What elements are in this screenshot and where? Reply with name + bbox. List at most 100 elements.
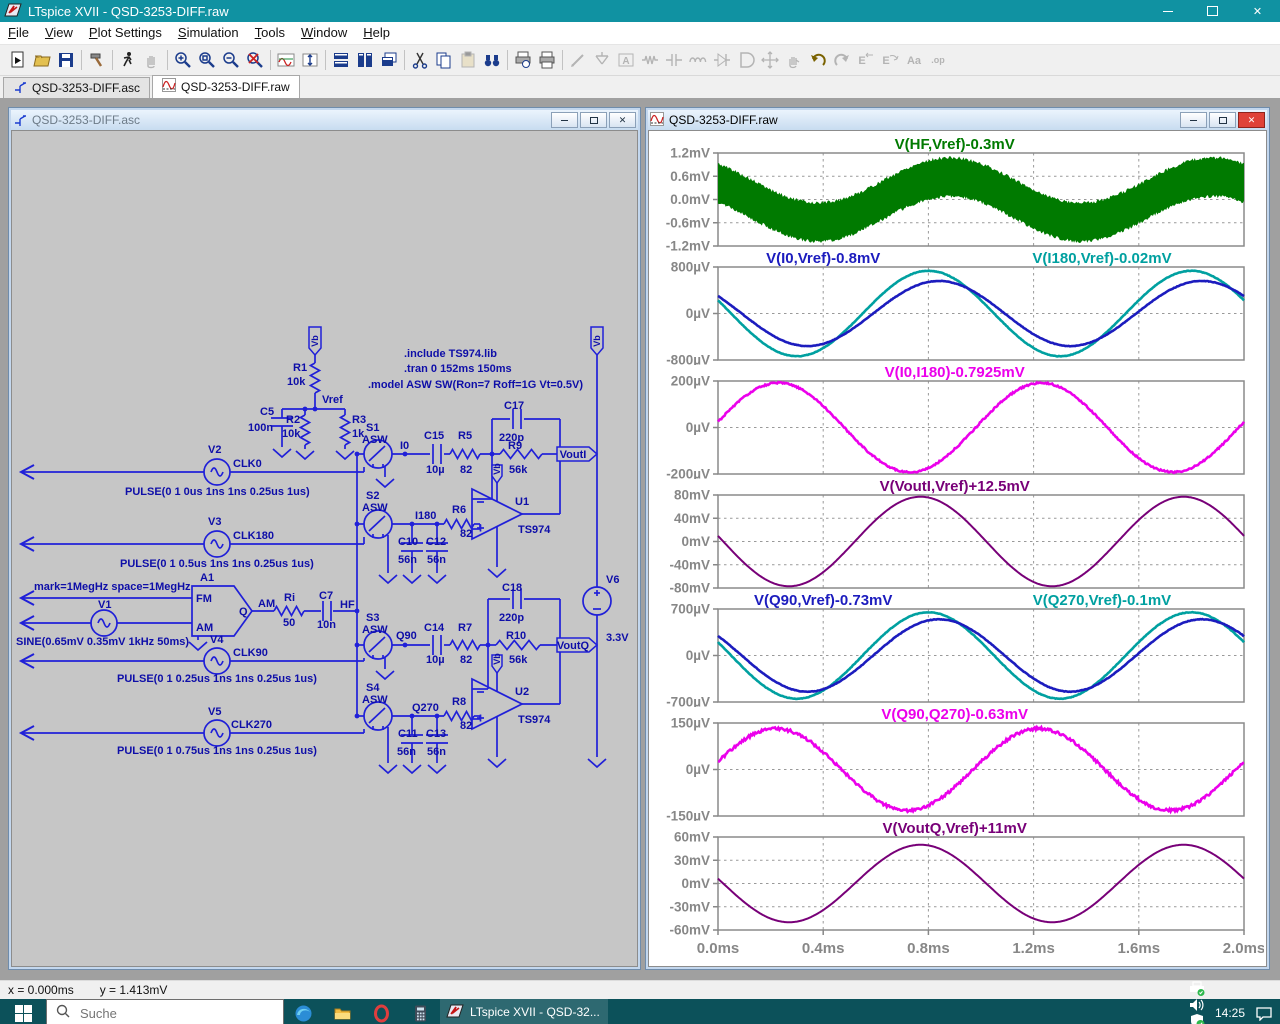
tab-label: QSD-3253-DIFF.asc <box>32 81 140 95</box>
svg-text:V6: V6 <box>606 574 619 586</box>
svg-text:Vref: Vref <box>322 394 343 406</box>
svg-text:1.2ms: 1.2ms <box>1012 940 1055 957</box>
svg-text:40mV: 40mV <box>674 511 710 526</box>
status-bar: x = 0.000ms y = 1.413mV <box>0 980 1280 999</box>
menu-file[interactable]: File <box>0 22 37 44</box>
svg-text:0mV: 0mV <box>681 534 710 549</box>
plot-pane-5[interactable]: V(Q90,Vref)-0.73mVV(Q270,Vref)-0.1mV700µ… <box>649 593 1264 707</box>
svg-text:-150µV: -150µV <box>666 809 710 822</box>
control-panel-button[interactable] <box>85 47 109 73</box>
run-button[interactable] <box>116 47 140 73</box>
maximize-button[interactable] <box>1190 0 1235 22</box>
tile-vertical-button[interactable] <box>353 47 377 73</box>
plot-pane-2[interactable]: V(I0,Vref)-0.8mVV(I180,Vref)-0.02mV800µV… <box>649 251 1264 365</box>
svg-text:10k: 10k <box>282 428 301 440</box>
place-inductor-button <box>686 47 710 73</box>
taskbar-app-ltspice[interactable]: LTspice XVII - QSD-32... <box>440 999 608 1024</box>
minimize-button[interactable] <box>1145 0 1190 22</box>
taskbar-search[interactable] <box>46 999 284 1024</box>
zoom-in-button[interactable] <box>171 47 195 73</box>
waveform-icon <box>650 112 664 129</box>
new-schematic-button[interactable] <box>6 47 30 73</box>
place-label-button: A <box>614 47 638 73</box>
drag-button <box>782 47 806 73</box>
tab-qsd-3253-diff.raw[interactable]: QSD-3253-DIFF.raw <box>152 75 300 98</box>
svg-text:A: A <box>622 56 629 67</box>
plot-pane-3[interactable]: V(I0,I180)-0.7925mV200µV0µV-200µV <box>649 365 1264 479</box>
taskbar-clock[interactable]: 14:25 <box>1209 1006 1251 1020</box>
notifications-icon[interactable] <box>1251 999 1276 1024</box>
svg-text:80mV: 80mV <box>674 488 710 503</box>
schematic-restore-button[interactable] <box>580 112 607 128</box>
schematic-window[interactable]: QSD-3253-DIFF.asc ✕ VbVbVbVbVoutIVoutQR1… <box>8 107 641 970</box>
plot-pane-4[interactable]: V(VoutI,Vref)+12.5mV80mV40mV0mV-40mV-80m… <box>649 479 1264 593</box>
svg-text:-200µV: -200µV <box>666 467 710 480</box>
autorange-button[interactable] <box>274 47 298 73</box>
plot-pane-7[interactable]: V(VoutQ,Vref)+11mV60mV30mV0mV-30mV-60mV0… <box>649 821 1264 961</box>
cascade-windows-button[interactable] <box>377 47 401 73</box>
menu-help[interactable]: Help <box>355 22 398 44</box>
copy-button[interactable] <box>432 47 456 73</box>
svg-text:0mV: 0mV <box>681 876 710 891</box>
schematic-close-button[interactable]: ✕ <box>609 112 636 128</box>
menu-window[interactable]: Window <box>293 22 355 44</box>
waveform-minimize-button[interactable] <box>1180 112 1207 128</box>
waveform-restore-button[interactable] <box>1209 112 1236 128</box>
svg-text:800µV: 800µV <box>671 260 710 275</box>
plot-pane-1[interactable]: V(HF,Vref)-0.3mV1.2mV0.6mV0.0mV-0.6mV-1.… <box>649 137 1264 251</box>
taskbar-opera-icon[interactable] <box>362 999 401 1024</box>
svg-text:0.8ms: 0.8ms <box>907 940 950 957</box>
source-V4 <box>204 648 230 674</box>
waveform-window[interactable]: QSD-3253-DIFF.raw ✕ V(HF,Vref)-0.3mV1.2m… <box>645 107 1270 970</box>
menu-tools[interactable]: Tools <box>247 22 293 44</box>
windows-logo-icon <box>15 1005 32 1022</box>
print-preview-button[interactable] <box>511 47 535 73</box>
search-input[interactable] <box>78 1005 252 1022</box>
svg-text:HF: HF <box>340 599 355 611</box>
svg-text:82: 82 <box>460 528 472 540</box>
find-button[interactable] <box>480 47 504 73</box>
svg-text:1.2mV: 1.2mV <box>670 146 710 161</box>
menu-plot-settings[interactable]: Plot Settings <box>81 22 170 44</box>
waveform-close-button[interactable]: ✕ <box>1238 112 1265 128</box>
undo-button[interactable] <box>806 47 830 73</box>
tab-qsd-3253-diff.asc[interactable]: QSD-3253-DIFF.asc <box>3 77 150 98</box>
start-button[interactable] <box>0 999 46 1024</box>
cut-button[interactable] <box>408 47 432 73</box>
menu-view[interactable]: View <box>37 22 81 44</box>
zoom-extents-button[interactable] <box>298 47 322 73</box>
taskbar-file-explorer-icon[interactable] <box>323 999 362 1024</box>
taskbar-edge-icon[interactable] <box>284 999 323 1024</box>
print-button[interactable] <box>535 47 559 73</box>
tile-horizontal-button[interactable] <box>329 47 353 73</box>
tray-volume-icon[interactable] <box>1184 997 1209 1013</box>
pane-title: V(VoutQ,Vref)+11mV <box>883 821 1027 837</box>
schematic-minimize-button[interactable] <box>551 112 578 128</box>
cursor-y-readout: y = 1.413mV <box>100 983 168 997</box>
close-button[interactable]: ✕ <box>1235 0 1280 22</box>
svg-text:AM: AM <box>258 598 275 610</box>
svg-text:1.6ms: 1.6ms <box>1118 940 1161 957</box>
svg-text:S3: S3 <box>366 612 379 624</box>
place-diode-button <box>710 47 734 73</box>
schematic-window-titlebar[interactable]: QSD-3253-DIFF.asc ✕ <box>11 110 638 130</box>
waveform-plot-area[interactable]: V(HF,Vref)-0.3mV1.2mV0.6mV0.0mV-0.6mV-1.… <box>648 130 1267 967</box>
place-capacitor-button <box>662 47 686 73</box>
zoom-full-button[interactable] <box>243 47 267 73</box>
waveform-window-titlebar[interactable]: QSD-3253-DIFF.raw ✕ <box>648 110 1267 130</box>
menu-simulation[interactable]: Simulation <box>170 22 247 44</box>
save-button[interactable] <box>54 47 78 73</box>
svg-text:-800µV: -800µV <box>666 353 710 366</box>
svg-text:0.4ms: 0.4ms <box>802 940 845 957</box>
svg-text:mark=1MegHz space=1MegHz: mark=1MegHz space=1MegHz <box>34 581 191 593</box>
tray-security-shield-icon[interactable] <box>1184 1013 1209 1024</box>
svg-text:C7: C7 <box>319 590 333 602</box>
tray-printer-icon[interactable] <box>1184 981 1209 997</box>
schematic-canvas[interactable]: VbVbVbVbVoutIVoutQR110kVrefC5100nR210kR3… <box>11 130 638 967</box>
plot-pane-6[interactable]: V(Q90,Q270)-0.63mV150µV0µV-150µV <box>649 707 1264 821</box>
zoom-out-button[interactable] <box>219 47 243 73</box>
zoom-back-button[interactable] <box>195 47 219 73</box>
open-button[interactable] <box>30 47 54 73</box>
svg-text:0µV: 0µV <box>686 648 710 663</box>
taskbar-calculator-icon[interactable] <box>401 999 440 1024</box>
